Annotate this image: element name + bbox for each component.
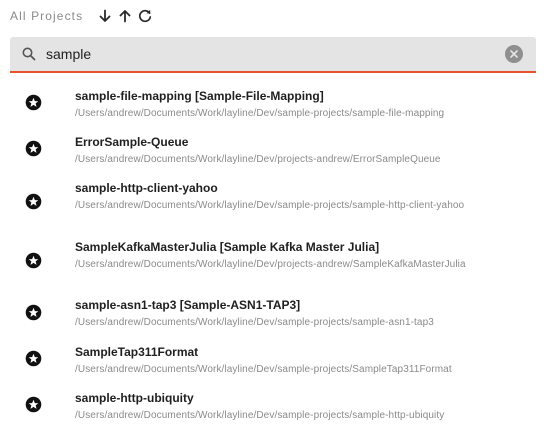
star-circle-icon bbox=[25, 350, 42, 367]
star-circle-icon bbox=[25, 252, 42, 269]
project-title: sample-file-mapping [Sample-File-Mapping… bbox=[75, 89, 324, 103]
list-item[interactable]: ErrorSample-Queue /Users/andrew/Document… bbox=[0, 135, 546, 175]
list-item[interactable]: sample-file-mapping [Sample-File-Mapping… bbox=[0, 89, 546, 129]
refresh-button[interactable] bbox=[135, 6, 155, 26]
clear-icon bbox=[510, 50, 518, 58]
sort-ascending-button[interactable] bbox=[115, 6, 135, 26]
project-title: sample-http-client-yahoo bbox=[75, 181, 218, 195]
project-title: sample-http-ubiquity bbox=[75, 391, 194, 405]
project-path: /Users/andrew/Documents/Work/layline/Dev… bbox=[75, 200, 465, 211]
arrow-up-icon bbox=[119, 10, 131, 23]
list-item[interactable]: SampleTap311Format /Users/andrew/Documen… bbox=[0, 345, 546, 385]
project-path: /Users/andrew/Documents/Work/layline/Dev… bbox=[75, 410, 445, 421]
search-bar bbox=[10, 37, 536, 73]
project-path: /Users/andrew/Documents/Work/layline/Dev… bbox=[75, 364, 452, 375]
refresh-icon bbox=[139, 9, 152, 23]
project-path: /Users/andrew/Documents/Work/layline/Dev… bbox=[75, 259, 466, 270]
header: All Projects bbox=[10, 6, 155, 26]
search-icon bbox=[21, 46, 37, 62]
list-item[interactable]: SampleKafkaMasterJulia [Sample Kafka Mas… bbox=[0, 240, 546, 294]
sort-descending-button[interactable] bbox=[95, 6, 115, 26]
project-title: sample-asn1-tap3 [Sample-ASN1-TAP3] bbox=[75, 298, 301, 312]
clear-search-button[interactable] bbox=[505, 45, 523, 63]
star-circle-icon bbox=[25, 94, 42, 111]
star-circle-icon bbox=[25, 304, 42, 321]
search-input[interactable] bbox=[42, 39, 505, 69]
project-title: SampleKafkaMasterJulia [Sample Kafka Mas… bbox=[75, 240, 380, 254]
page-title: All Projects bbox=[10, 9, 84, 23]
arrow-down-icon bbox=[99, 9, 111, 22]
project-title: ErrorSample-Queue bbox=[75, 135, 189, 149]
star-circle-icon bbox=[25, 193, 42, 210]
project-picker: All Projects sample sample-file-mapping … bbox=[0, 0, 546, 432]
project-path: /Users/andrew/Documents/Work/layline/Dev… bbox=[75, 317, 434, 328]
star-circle-icon bbox=[25, 140, 42, 157]
star-circle-icon bbox=[25, 396, 42, 413]
list-item[interactable]: sample-http-client-yahoo /Users/andrew/D… bbox=[0, 181, 546, 235]
project-path: /Users/andrew/Documents/Work/layline/Dev… bbox=[75, 108, 445, 119]
list-item[interactable]: sample-http-ubiquity /Users/andrew/Docum… bbox=[0, 391, 546, 431]
project-path: /Users/andrew/Documents/Work/layline/Dev… bbox=[75, 154, 441, 165]
project-title: SampleTap311Format bbox=[75, 345, 199, 359]
list-item[interactable]: sample-asn1-tap3 [Sample-ASN1-TAP3] /Use… bbox=[0, 298, 546, 338]
